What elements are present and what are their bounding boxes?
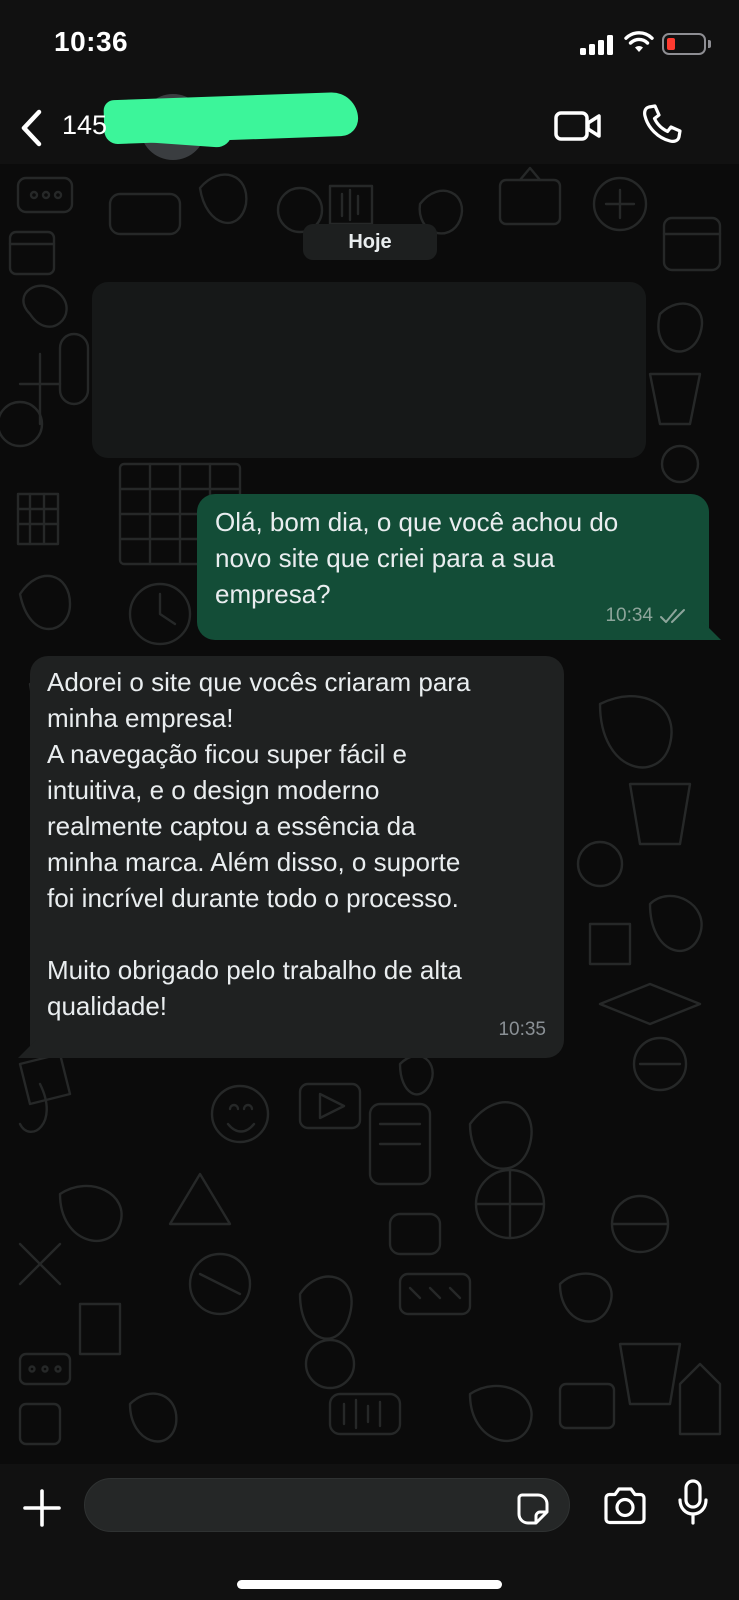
composer-bar [0, 1464, 739, 1600]
microphone-icon [678, 1479, 708, 1525]
chat-area[interactable]: Hoje Olá, bom dia, o que você achou do n… [0, 164, 739, 1464]
status-bar: 10:36 [0, 0, 739, 92]
date-separator: Hoje [303, 224, 437, 260]
phone-icon [643, 104, 682, 143]
camera-icon [604, 1487, 646, 1525]
message-bubble-incoming[interactable]: Adorei o site que vocês criaram para min… [18, 656, 564, 1058]
wifi-icon [624, 31, 654, 52]
video-call-button[interactable] [553, 106, 603, 146]
message-time: 10:34 [605, 605, 653, 626]
home-indicator[interactable] [237, 1580, 502, 1589]
message-time: 10:35 [498, 1019, 546, 1040]
redacted-message [92, 282, 646, 458]
camera-button[interactable] [602, 1486, 648, 1526]
voice-call-button[interactable] [640, 102, 684, 146]
battery-cap [708, 40, 711, 48]
message-input[interactable] [84, 1478, 570, 1532]
sticker-button[interactable] [516, 1492, 550, 1526]
chevron-left-icon [21, 109, 42, 147]
attach-button[interactable] [20, 1486, 64, 1530]
sticker-icon [517, 1493, 549, 1525]
message-text: Adorei o site que vocês criaram para min… [47, 667, 471, 1021]
battery-level [667, 38, 675, 50]
battery-icon [662, 33, 706, 55]
message-bubble-outgoing[interactable]: Olá, bom dia, o que você achou do novo s… [197, 494, 721, 640]
voice-message-button[interactable] [676, 1478, 710, 1528]
message-text: Olá, bom dia, o que você achou do novo s… [215, 507, 619, 609]
double-check-icon [660, 609, 685, 623]
status-time: 10:36 [54, 26, 129, 57]
back-button[interactable] [18, 104, 58, 152]
contact-name[interactable]: 145 [62, 110, 107, 141]
video-camera-icon [554, 111, 601, 141]
plus-icon [23, 1489, 61, 1527]
cellular-signal-icon [580, 35, 614, 55]
chat-header: 145 [0, 91, 739, 164]
